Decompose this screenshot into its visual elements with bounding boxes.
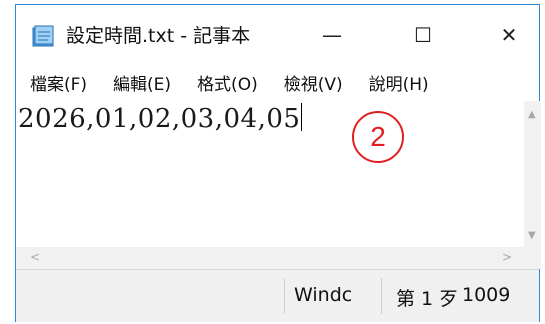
menu-file[interactable]: 檔案(F) <box>30 70 87 95</box>
notepad-window: 設定時間.txt - 記事本 — ☐ ✕ 檔案(F) 編輯(E) 格式(O) 檢… <box>15 4 541 322</box>
close-icon: ✕ <box>500 23 518 47</box>
maximize-button[interactable]: ☐ <box>401 19 445 51</box>
menu-help[interactable]: 說明(H) <box>369 70 429 95</box>
status-bar: Windc 第 1 歹 1009 <box>16 269 539 322</box>
scroll-up-icon[interactable]: ▲ <box>528 109 536 120</box>
step-number: 2 <box>370 121 386 152</box>
maximize-icon: ☐ <box>414 23 432 47</box>
scroll-right-icon[interactable]: > <box>502 250 512 264</box>
notepad-icon <box>32 25 54 47</box>
text-editor[interactable]: 2026,01,02,03,04,05 <box>16 101 524 247</box>
minimize-button[interactable]: — <box>310 19 354 51</box>
close-button[interactable]: ✕ <box>487 19 531 51</box>
scroll-down-icon[interactable]: ▼ <box>528 230 536 241</box>
minimize-icon: — <box>322 23 342 47</box>
scroll-left-icon[interactable]: < <box>30 250 40 264</box>
window-title: 設定時間.txt - 記事本 <box>66 25 251 47</box>
menu-view[interactable]: 檢視(V) <box>284 70 343 95</box>
menu-edit[interactable]: 編輯(E) <box>113 70 171 95</box>
text-caret <box>301 103 303 131</box>
menu-format[interactable]: 格式(O) <box>197 70 258 95</box>
status-zoom: 1009 <box>462 284 511 306</box>
menu-bar: 檔案(F) 編輯(E) 格式(O) 檢視(V) 說明(H) <box>16 67 539 97</box>
title-bar[interactable]: 設定時間.txt - 記事本 — ☐ ✕ <box>16 5 539 61</box>
status-encoding: Windc <box>294 284 353 306</box>
status-divider <box>381 278 382 314</box>
status-divider <box>284 278 285 314</box>
scrollbar-corner <box>524 247 541 269</box>
vertical-scrollbar[interactable]: ▲ ▼ <box>524 101 541 247</box>
step-number-badge: 2 <box>352 111 404 163</box>
horizontal-scrollbar[interactable]: < > <box>16 247 524 269</box>
editor-content[interactable]: 2026,01,02,03,04,05 <box>18 103 303 134</box>
